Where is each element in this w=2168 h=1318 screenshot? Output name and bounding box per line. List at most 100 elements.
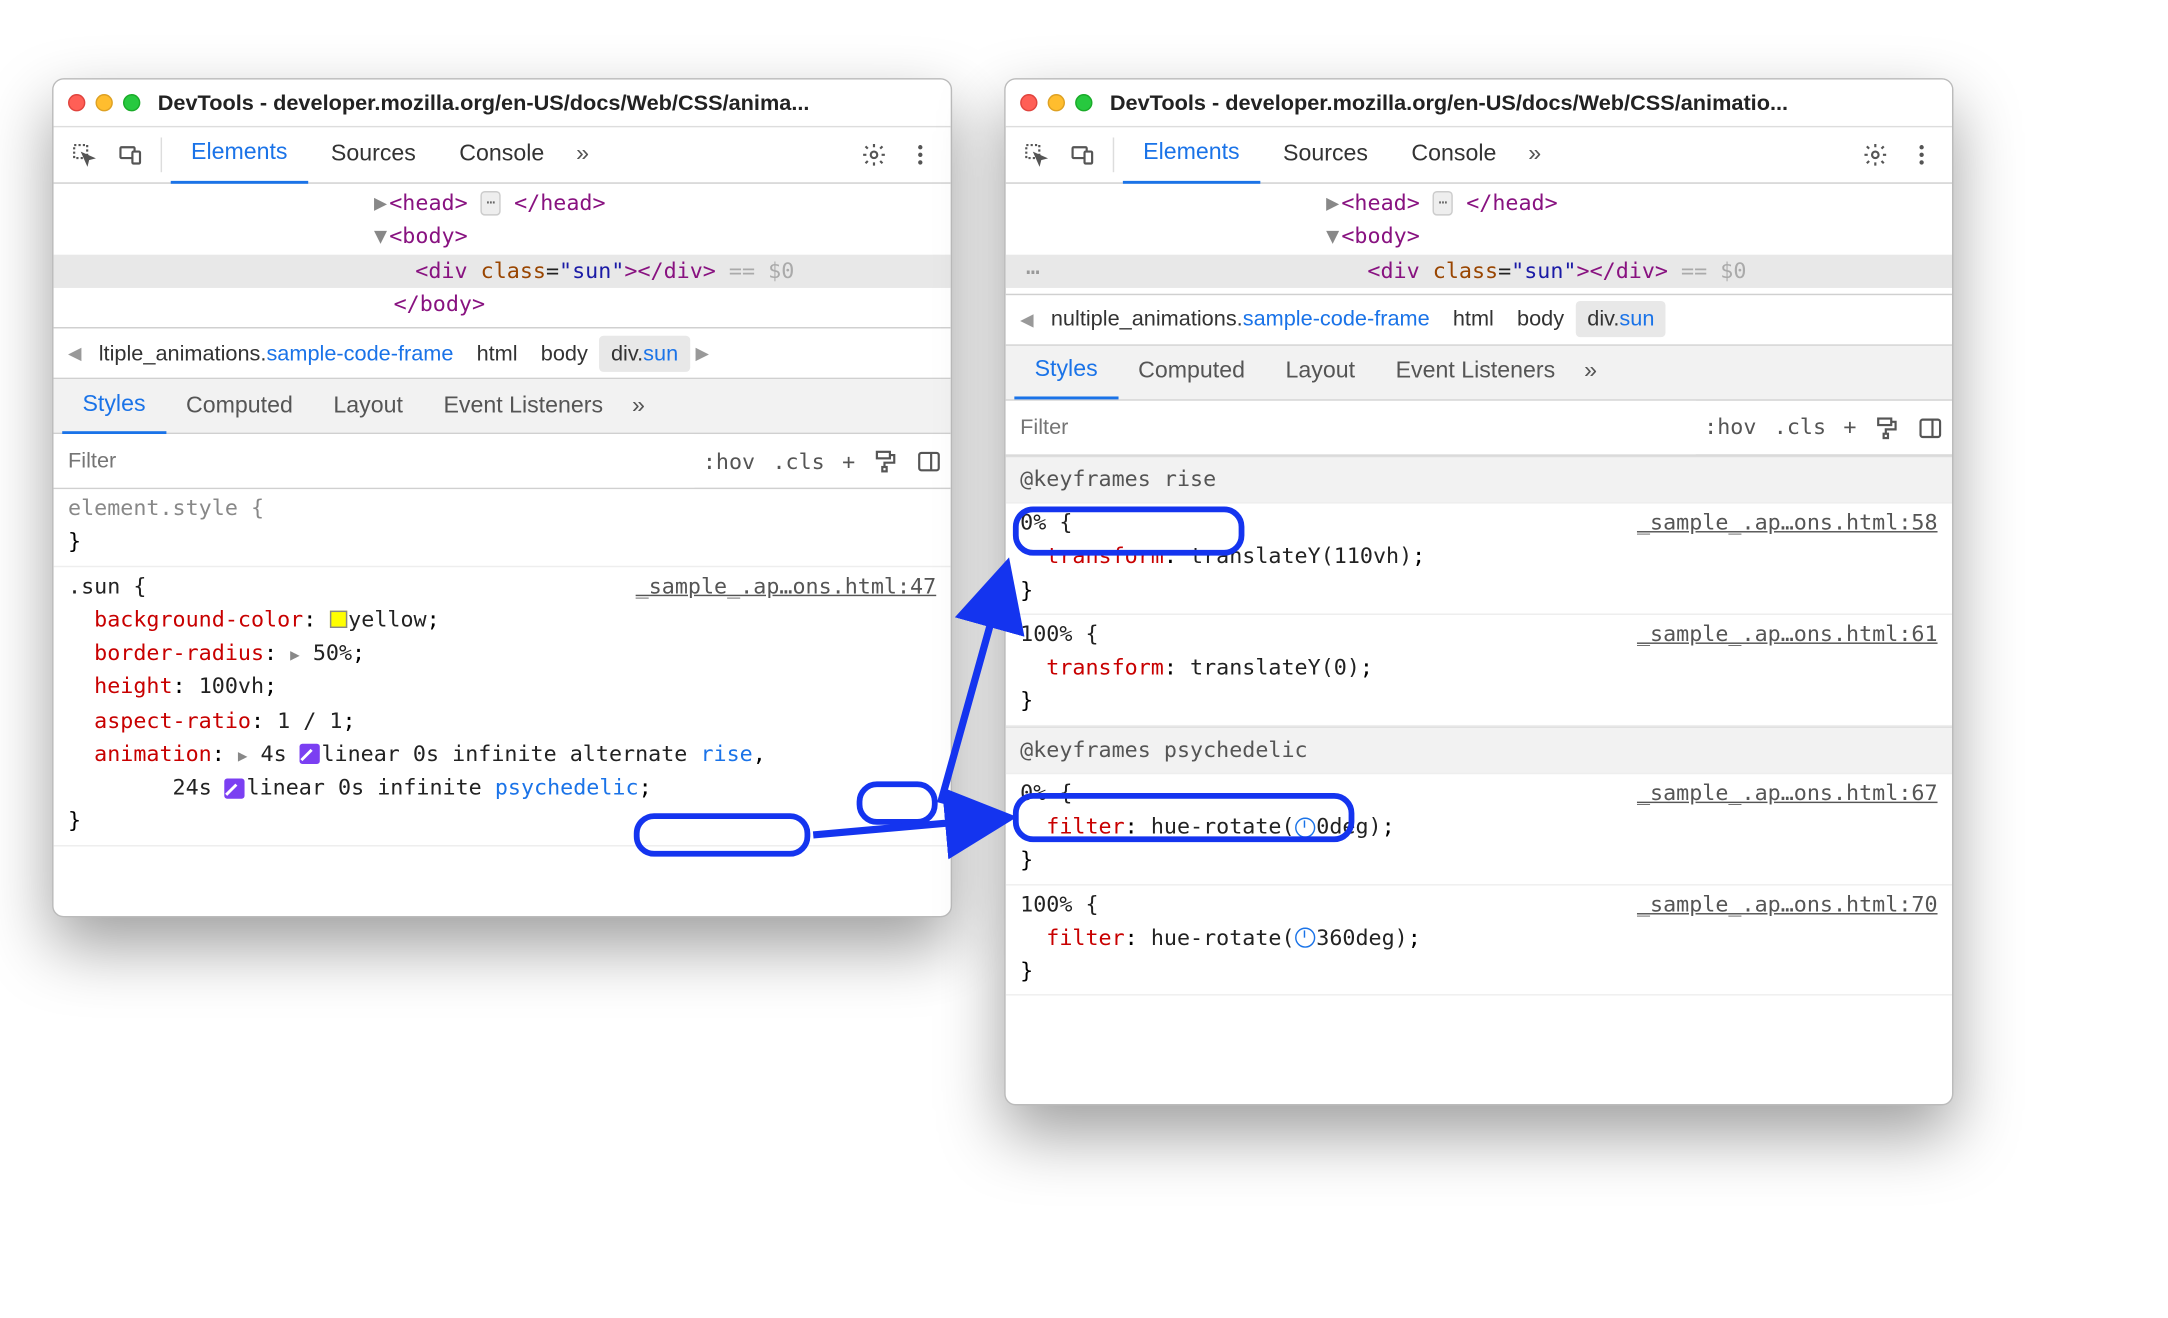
- subtab-event-listeners[interactable]: Event Listeners: [423, 378, 623, 433]
- devtools-window-left: DevTools - developer.mozilla.org/en-US/d…: [52, 78, 952, 917]
- easing-icon[interactable]: [225, 778, 245, 798]
- dom-div-sun[interactable]: <div class="sun"></div> == $0: [54, 254, 951, 288]
- tab-console[interactable]: Console: [439, 126, 564, 184]
- source-link[interactable]: _sample_.ap…ons.html:61: [1637, 618, 1938, 652]
- device-toggle-icon[interactable]: [109, 133, 152, 176]
- dom-body-open[interactable]: ▼<body>: [54, 220, 951, 254]
- angle-clock-icon[interactable]: [1295, 817, 1315, 837]
- source-link[interactable]: _sample_.ap…ons.html:58: [1637, 506, 1938, 540]
- crumb-prev-icon[interactable]: ◀: [1014, 309, 1039, 329]
- titlebar: DevTools - developer.mozilla.org/en-US/d…: [54, 80, 951, 126]
- inspect-icon[interactable]: [62, 133, 105, 176]
- color-swatch-icon[interactable]: [329, 611, 346, 628]
- source-link[interactable]: _sample_.ap…ons.html:67: [1637, 777, 1938, 811]
- subtab-layout[interactable]: Layout: [313, 378, 423, 433]
- keyframes-header-psychedelic[interactable]: @keyframes psychedelic: [1006, 726, 1952, 774]
- rule-rise-100[interactable]: _sample_.ap…ons.html:61 100% { transform…: [1006, 615, 1952, 726]
- main-toolbar: Elements Sources Console »: [54, 126, 951, 184]
- new-rule-icon[interactable]: +: [1835, 414, 1865, 440]
- filter-input[interactable]: [54, 434, 695, 488]
- tab-console[interactable]: Console: [1391, 126, 1516, 184]
- crumb-body[interactable]: body: [529, 335, 599, 371]
- crumb-prev-icon[interactable]: ◀: [62, 343, 87, 363]
- source-link[interactable]: _sample_.ap…ons.html:70: [1637, 888, 1938, 922]
- titlebar: DevTools - developer.mozilla.org/en-US/d…: [1006, 80, 1952, 126]
- filter-bar: :hov .cls +: [54, 434, 951, 489]
- subtab-styles[interactable]: Styles: [62, 378, 166, 433]
- crumb-next-icon[interactable]: ▶: [690, 343, 715, 363]
- breadcrumb[interactable]: ◀ ltiple_animations.sample-code-frame ht…: [54, 327, 951, 379]
- subtab-event-listeners[interactable]: Event Listeners: [1375, 345, 1575, 400]
- easing-icon[interactable]: [300, 744, 320, 764]
- crumb-body[interactable]: body: [1505, 301, 1575, 337]
- crumb-div-sun[interactable]: div.sun: [599, 335, 689, 371]
- keyframes-link-psychedelic[interactable]: psychedelic: [495, 774, 639, 800]
- inspect-icon[interactable]: [1014, 133, 1057, 176]
- dom-head[interactable]: ▶<head> ⋯ </head>: [54, 187, 951, 221]
- cls-toggle[interactable]: .cls: [1765, 414, 1835, 440]
- traffic-light-close[interactable]: [1020, 94, 1037, 111]
- source-link[interactable]: _sample_.ap…ons.html:47: [636, 569, 937, 603]
- styles-subtabs: Styles Computed Layout Event Listeners »: [1006, 345, 1952, 400]
- rule-rise-0[interactable]: _sample_.ap…ons.html:58 0% { transform: …: [1006, 504, 1952, 615]
- row-actions-icon[interactable]: ⋯: [1014, 254, 1053, 290]
- keyframes-link-rise[interactable]: rise: [700, 741, 752, 767]
- rule-psy-0[interactable]: _sample_.ap…ons.html:67 0% { filter: hue…: [1006, 774, 1952, 885]
- breadcrumb[interactable]: ◀ nultiple_animations.sample-code-frame …: [1006, 293, 1952, 345]
- traffic-light-minimize[interactable]: [96, 94, 113, 111]
- tabs-overflow-icon[interactable]: »: [1520, 142, 1550, 168]
- tab-elements[interactable]: Elements: [171, 126, 308, 184]
- keyframes-header-rise[interactable]: @keyframes rise: [1006, 455, 1952, 503]
- traffic-light-minimize[interactable]: [1048, 94, 1065, 111]
- devtools-window-right: DevTools - developer.mozilla.org/en-US/d…: [1004, 78, 1953, 1105]
- device-toggle-icon[interactable]: [1061, 133, 1104, 176]
- traffic-light-close[interactable]: [68, 94, 85, 111]
- traffic-light-zoom[interactable]: [123, 94, 140, 111]
- crumb-frame[interactable]: ltiple_animations.sample-code-frame: [87, 335, 465, 371]
- filter-input[interactable]: [1006, 400, 1696, 454]
- dom-body-open[interactable]: ▼<body>: [1006, 220, 1952, 254]
- tab-sources[interactable]: Sources: [311, 126, 436, 184]
- tab-sources[interactable]: Sources: [1263, 126, 1388, 184]
- main-toolbar: Elements Sources Console »: [1006, 126, 1952, 184]
- subtab-layout[interactable]: Layout: [1265, 345, 1375, 400]
- dom-body-close[interactable]: </body>: [54, 288, 951, 322]
- hov-toggle[interactable]: :hov: [694, 448, 764, 474]
- dom-head[interactable]: ▶<head> ⋯ </head>: [1006, 187, 1952, 221]
- filter-bar: :hov .cls +: [1006, 400, 1952, 455]
- dom-tree[interactable]: ▶<head> ⋯ </head> ▼<body> <div class="su…: [54, 184, 951, 327]
- new-rule-icon[interactable]: +: [833, 448, 863, 474]
- angle-clock-icon[interactable]: [1295, 928, 1315, 948]
- gear-icon[interactable]: [852, 133, 895, 176]
- kebab-menu-icon[interactable]: [899, 133, 942, 176]
- subtabs-overflow-icon[interactable]: »: [1575, 359, 1605, 385]
- paint-format-icon[interactable]: [864, 447, 907, 474]
- styles-pane[interactable]: @keyframes rise _sample_.ap…ons.html:58 …: [1006, 455, 1952, 1104]
- kebab-menu-icon[interactable]: [1900, 133, 1943, 176]
- sidebar-toggle-icon[interactable]: [907, 447, 950, 474]
- subtabs-overflow-icon[interactable]: »: [623, 393, 653, 419]
- rule-element-style[interactable]: element.style { }: [54, 489, 951, 566]
- paint-format-icon[interactable]: [1865, 414, 1908, 441]
- crumb-html[interactable]: html: [465, 335, 529, 371]
- subtab-computed[interactable]: Computed: [1118, 345, 1265, 400]
- crumb-frame[interactable]: nultiple_animations.sample-code-frame: [1039, 301, 1441, 337]
- styles-subtabs: Styles Computed Layout Event Listeners »: [54, 379, 951, 434]
- crumb-div-sun[interactable]: div.sun: [1576, 301, 1666, 337]
- traffic-light-zoom[interactable]: [1075, 94, 1092, 111]
- dom-div-sun[interactable]: ⋯ <div class="sun"></div> == $0: [1006, 254, 1952, 288]
- subtab-styles[interactable]: Styles: [1014, 345, 1118, 400]
- tabs-overflow-icon[interactable]: »: [567, 142, 597, 168]
- subtab-computed[interactable]: Computed: [166, 378, 313, 433]
- dom-tree[interactable]: ▶<head> ⋯ </head> ▼<body> ⋯ <div class="…: [1006, 184, 1952, 294]
- styles-pane[interactable]: element.style { } _sample_.ap…ons.html:4…: [54, 489, 951, 916]
- cls-toggle[interactable]: .cls: [764, 448, 834, 474]
- rule-psy-100[interactable]: _sample_.ap…ons.html:70 100% { filter: h…: [1006, 885, 1952, 996]
- gear-icon[interactable]: [1854, 133, 1897, 176]
- rule-sun[interactable]: _sample_.ap…ons.html:47 .sun { backgroun…: [54, 567, 951, 846]
- sidebar-toggle-icon[interactable]: [1909, 414, 1952, 441]
- crumb-html[interactable]: html: [1441, 301, 1505, 337]
- window-title: DevTools - developer.mozilla.org/en-US/d…: [158, 90, 936, 115]
- hov-toggle[interactable]: :hov: [1695, 414, 1765, 440]
- tab-elements[interactable]: Elements: [1123, 126, 1260, 184]
